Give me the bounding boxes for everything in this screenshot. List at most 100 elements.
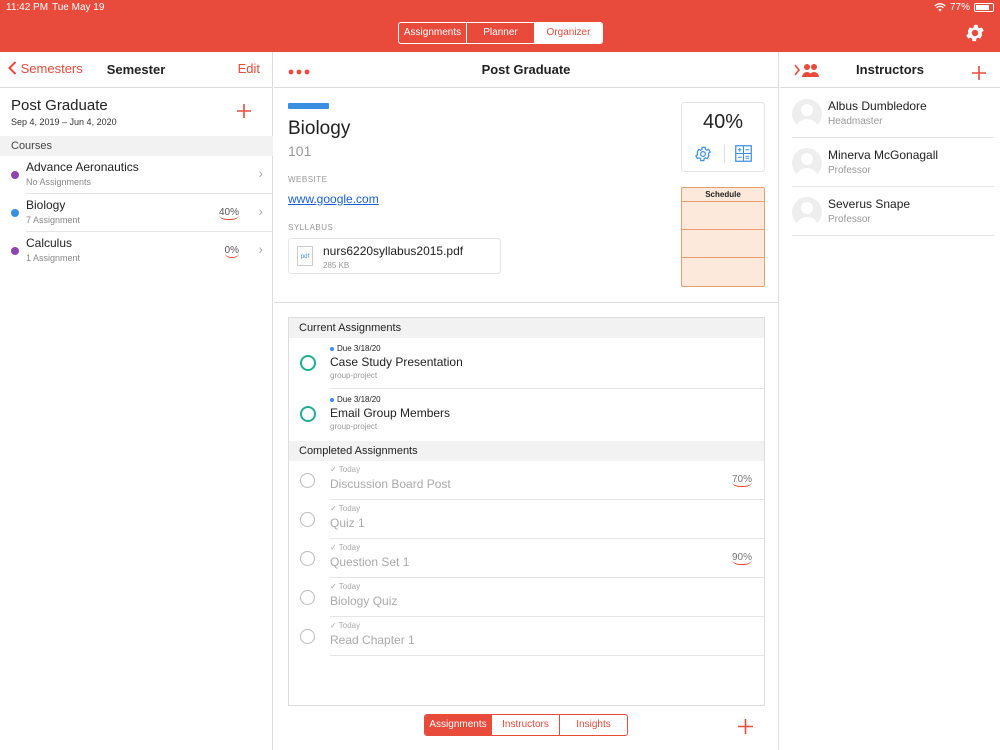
pdf-file-icon: pdf (297, 246, 313, 266)
completed-assignment-row[interactable]: ✓ Today Quiz 1 (289, 500, 764, 539)
battery-icon (974, 3, 994, 12)
tab-insights-view[interactable]: Insights (560, 715, 627, 735)
instructors-title: Instructors (856, 62, 924, 77)
chevron-right-icon: › (258, 165, 263, 181)
assignment-name: Biology Quiz (330, 594, 398, 608)
semester-panel: Semesters Semester Edit Post Graduate Se… (0, 52, 273, 750)
course-color-bar (288, 103, 329, 109)
assignment-tag: group-project (330, 422, 378, 431)
assignment-name: Case Study Presentation (330, 355, 463, 369)
assignment-row[interactable]: Due 3/18/20 Email Group Members group-pr… (289, 389, 764, 440)
schedule-title: Schedule (682, 188, 764, 202)
assignment-name: Discussion Board Post (330, 477, 451, 491)
syllabus-file[interactable]: pdf nurs6220syllabus2015.pdf 285 KB (288, 238, 501, 274)
course-name: Calculus (26, 236, 73, 250)
assignments-list: Current Assignments Due 3/18/20 Case Stu… (288, 317, 765, 706)
course-detail-panel: Post Graduate Biology 101 WEBSITE www.go… (274, 52, 779, 750)
website-label: WEBSITE (288, 175, 328, 184)
course-row-calculus[interactable]: Calculus 1 Assignment 0% › (0, 232, 273, 270)
add-instructor-button[interactable] (972, 62, 986, 84)
assignment-name: Question Set 1 (330, 555, 410, 569)
due-dot-icon (330, 346, 334, 351)
assignment-completed-date: ✓ Today (330, 621, 361, 630)
completed-assignment-row[interactable]: ✓ Today Biology Quiz (289, 578, 764, 617)
assignment-due: Due 3/18/20 (330, 344, 381, 353)
edit-button[interactable]: Edit (238, 61, 260, 76)
assignment-name: Quiz 1 (330, 516, 365, 530)
divider (724, 145, 725, 163)
completed-circle[interactable] (300, 590, 315, 605)
course-assignment-count: 1 Assignment (26, 253, 81, 263)
assignment-completed-date: ✓ Today (330, 504, 361, 513)
instructor-role: Headmaster (828, 116, 883, 127)
course-title: Biology (288, 118, 351, 139)
instructor-row[interactable]: Minerva McGonagall Professor (792, 138, 994, 187)
add-assignment-button[interactable] (738, 716, 753, 738)
assignment-tag: group-project (330, 371, 378, 380)
schedule-slot (682, 258, 764, 286)
tab-assignments[interactable]: Assignments (399, 23, 467, 43)
assignment-name: Email Group Members (330, 406, 451, 420)
completed-circle[interactable] (300, 512, 315, 527)
due-date: Due 3/18/20 (337, 395, 381, 404)
instructor-row[interactable]: Albus Dumbledore Headmaster (792, 89, 994, 138)
tab-assignments-view[interactable]: Assignments (425, 715, 492, 735)
divider (274, 302, 779, 303)
grade-settings-gear-icon[interactable] (694, 145, 712, 163)
semester-dates: Sep 4, 2019 – Jun 4, 2020 (11, 117, 117, 127)
person-icon (796, 202, 818, 227)
person-icon (796, 104, 818, 129)
instructor-name: Severus Snape (828, 197, 911, 211)
course-number: 101 (288, 143, 312, 159)
completed-circle[interactable] (300, 551, 315, 566)
completed-assignment-row[interactable]: ✓ Today Question Set 1 90% (289, 539, 764, 578)
course-grade-card: 40% (681, 102, 765, 172)
schedule-widget[interactable]: Schedule (681, 187, 765, 287)
tab-instructors-view[interactable]: Instructors (492, 715, 560, 735)
chevron-right-icon: › (258, 203, 263, 219)
chevron-right-icon: › (258, 241, 263, 257)
tab-planner[interactable]: Planner (467, 23, 535, 43)
completed-assignment-row[interactable]: ✓ Today Discussion Board Post 70% (289, 461, 764, 500)
course-color-dot (11, 171, 19, 179)
due-date: Due 3/18/20 (337, 344, 381, 353)
semester-navbar: Semesters Semester Edit (0, 52, 272, 88)
semester-name: Post Graduate (11, 97, 108, 114)
instructors-navbar: Instructors (780, 52, 1000, 88)
courses-section-header: Courses (0, 136, 273, 156)
tab-organizer[interactable]: Organizer (535, 23, 602, 43)
assignment-completed-date: ✓ Today (330, 543, 361, 552)
completed-circle[interactable] (300, 629, 315, 644)
course-name: Advance Aeronautics (26, 160, 139, 174)
calculator-icon[interactable] (735, 145, 752, 162)
completed-assignment-row[interactable]: ✓ Today Read Chapter 1 (289, 617, 764, 656)
divider (330, 655, 764, 656)
status-indicators: 77% (934, 2, 994, 13)
instructor-row[interactable]: Severus Snape Professor (792, 187, 994, 236)
assignment-name: Read Chapter 1 (330, 633, 415, 647)
complete-toggle-circle[interactable] (300, 406, 316, 422)
completed-circle[interactable] (300, 473, 315, 488)
website-link[interactable]: www.google.com (288, 192, 379, 206)
assignment-completed-date: ✓ Today (330, 582, 361, 591)
avatar (792, 197, 822, 227)
assignment-due: Due 3/18/20 (330, 395, 381, 404)
instructor-role: Professor (828, 214, 871, 225)
assignment-row[interactable]: Due 3/18/20 Case Study Presentation grou… (289, 338, 764, 389)
semester-header: Post Graduate Sep 4, 2019 – Jun 4, 2020 (0, 88, 273, 134)
add-course-button[interactable] (237, 100, 251, 122)
course-grade: 0% (224, 245, 239, 258)
status-time: 11:42 PM (6, 2, 49, 13)
complete-toggle-circle[interactable] (300, 355, 316, 371)
syllabus-label: SYLLABUS (288, 223, 334, 232)
bottom-segmented-control: Assignments Instructors Insights (424, 714, 628, 736)
plus-icon (738, 719, 753, 734)
course-nav-title: Post Graduate (481, 62, 571, 77)
battery-percent: 77% (949, 2, 970, 13)
course-row-advance-aeronautics[interactable]: Advance Aeronautics No Assignments › (0, 156, 273, 194)
status-date: Tue May 19 (52, 2, 105, 13)
course-row-biology[interactable]: Biology 7 Assignment 40% › (0, 194, 273, 232)
settings-gear-icon[interactable] (964, 22, 986, 44)
completed-assignments-header: Completed Assignments (289, 441, 764, 461)
schedule-slot (682, 202, 764, 230)
